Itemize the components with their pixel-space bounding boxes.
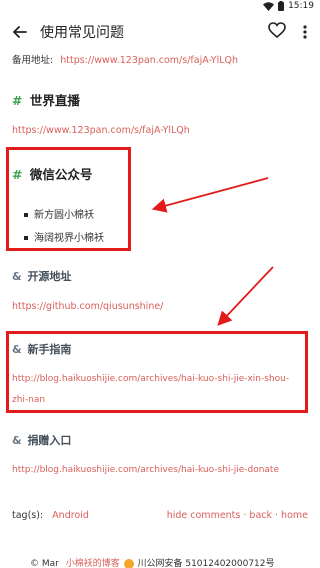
annotation-arrow: [151, 177, 269, 213]
annotation-arrows: [151, 177, 274, 326]
annotation-arrow: [217, 266, 274, 326]
